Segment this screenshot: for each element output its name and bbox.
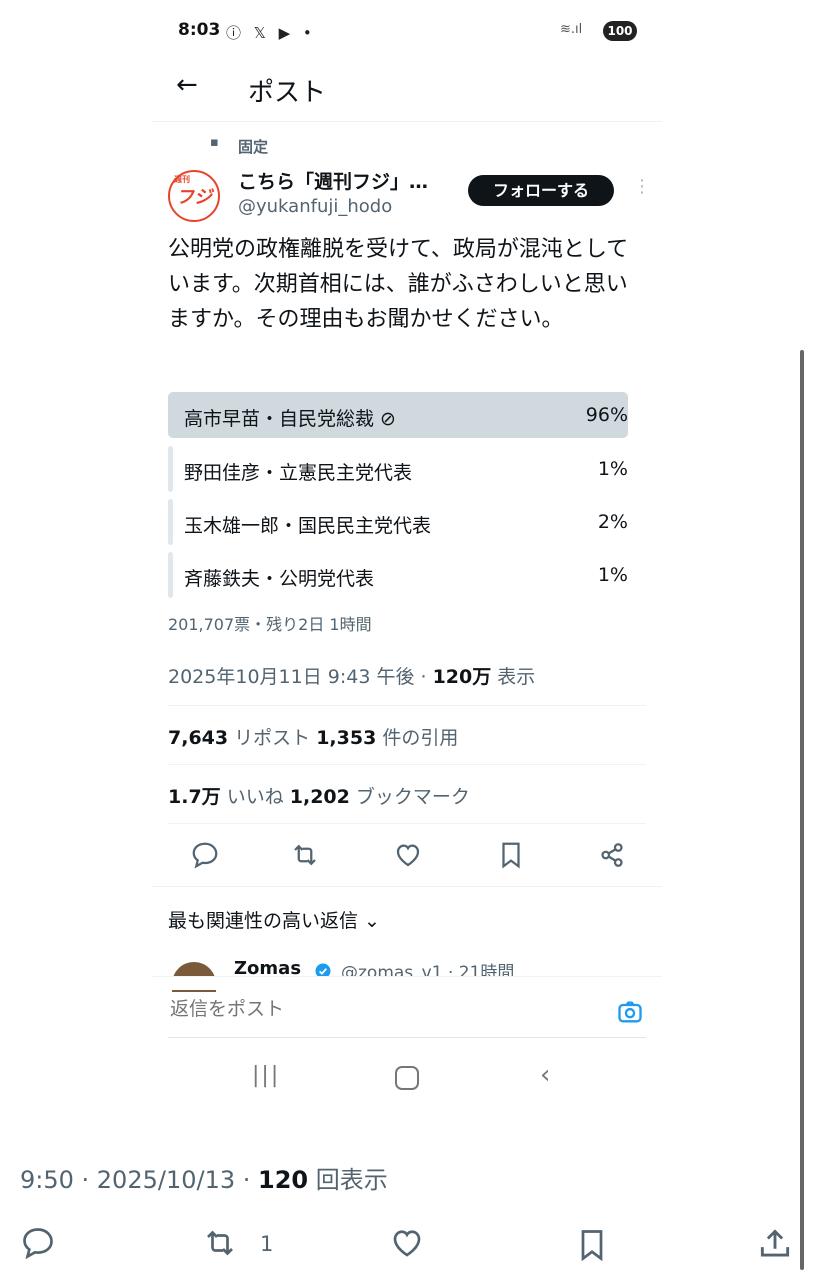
quote-label[interactable]: 件の引用	[376, 727, 458, 749]
back-arrow-icon[interactable]: ←	[176, 70, 198, 100]
outer-like-icon[interactable]	[388, 1225, 426, 1261]
poll-meta: 201,707票・残り2日 1時間	[168, 615, 372, 634]
outer-view-label: 回表示	[308, 1166, 388, 1194]
retweet-icon[interactable]	[290, 840, 320, 870]
poll-option-label: 高市早苗・自民党総裁 ⊘	[184, 408, 396, 430]
divider	[168, 764, 646, 765]
like-icon[interactable]	[393, 840, 423, 870]
reply-icon[interactable]	[190, 840, 220, 870]
engagement-stats-row: 7,643 リポスト 1,353 件の引用	[168, 723, 458, 750]
divider	[168, 1037, 646, 1038]
retweet-count[interactable]: 7,643	[168, 727, 228, 749]
bookmark-icon[interactable]	[496, 840, 526, 870]
poll-option[interactable]: 高市早苗・自民党総裁 ⊘ 96%	[168, 392, 628, 438]
reply-author-name[interactable]: Zomas	[234, 958, 301, 976]
poll-option[interactable]: 斉藤鉄夫・公明党代表 1%	[168, 552, 628, 598]
replies-sort-dropdown[interactable]: 最も関連性の高い返信 ⌄	[168, 906, 380, 933]
tweet-text: 公明党の政権離脱を受けて、政局が混沌としています。次期首相には、誰がふさわしいと…	[168, 237, 629, 332]
like-label[interactable]: いいね	[221, 786, 290, 808]
engagement-stats-row: 1.7万 いいね 1,202 ブックマーク	[168, 782, 470, 809]
reply-meta: @zomas_v1 · 21時間	[341, 963, 515, 976]
outer-post-meta: 9:50 · 2025/10/13 · 120 回表示	[20, 1160, 388, 1195]
avatar-logo-text: フジ	[176, 187, 212, 208]
battery-icon: 100	[603, 21, 637, 41]
divider	[152, 886, 662, 887]
share-icon[interactable]	[597, 840, 627, 870]
outer-view-count: 120	[258, 1166, 309, 1194]
poll-option-percent: 2%	[597, 511, 628, 533]
outer-reply-icon[interactable]	[20, 1225, 56, 1261]
poll-option-percent: 1%	[597, 458, 628, 480]
quote-count[interactable]: 1,353	[316, 727, 376, 749]
view-label: 表示	[491, 666, 536, 688]
outer-timestamp: 9:50 · 2025/10/13 ·	[20, 1166, 258, 1194]
divider	[152, 976, 662, 977]
notification-icons: ⓘ 𝕏 ▶ •	[226, 24, 316, 42]
view-count: 120万	[432, 666, 492, 688]
camera-icon[interactable]	[616, 998, 644, 1026]
signal-icon: ≋.ıl	[560, 22, 583, 37]
reply-clip	[150, 976, 670, 990]
poll-option[interactable]: 野田佳彦・立憲民主党代表 1%	[168, 446, 628, 492]
scrollbar[interactable]	[800, 350, 804, 1270]
display-name[interactable]: こちら「週刊フジ」…	[238, 167, 428, 194]
page-title: ポスト	[248, 78, 327, 108]
poll-option-fill	[168, 499, 173, 545]
outer-retweet-count: 1	[260, 1232, 274, 1256]
bookmark-label[interactable]: ブックマーク	[350, 786, 470, 808]
tweet-timestamp: 2025年10月11日 9:43 午後 · 120万 表示	[168, 662, 535, 689]
outer-share-icon[interactable]	[756, 1225, 794, 1263]
retweet-label[interactable]: リポスト	[228, 727, 316, 749]
poll-option-fill	[168, 446, 173, 492]
status-time: 8:03	[178, 20, 221, 40]
pinned-label: 固定	[238, 138, 269, 156]
outer-bookmark-icon[interactable]	[574, 1225, 610, 1265]
poll-option-label: 玉木雄一郎・国民民主党代表	[184, 515, 432, 537]
like-count[interactable]: 1.7万	[168, 786, 221, 808]
poll-option-label: 斉藤鉄夫・公明党代表	[184, 568, 375, 590]
timestamp-text: 2025年10月11日 9:43 午後 ·	[168, 666, 433, 688]
outer-retweet-icon[interactable]	[200, 1225, 240, 1261]
user-handle[interactable]: @yukanfuji_hodo	[238, 196, 392, 217]
poll-option-label: 野田佳彦・立憲民主党代表	[184, 462, 413, 484]
poll-option[interactable]: 玉木雄一郎・国民民主党代表 2%	[168, 499, 628, 545]
reply-input[interactable]	[168, 998, 572, 1022]
poll-option-fill	[168, 552, 173, 598]
more-options-icon[interactable]: ⋮	[633, 176, 651, 197]
nav-back-icon[interactable]: ‹	[540, 1060, 550, 1090]
follow-button[interactable]: フォローする	[468, 175, 614, 206]
divider	[168, 705, 646, 706]
poll-option-percent: 96%	[585, 404, 628, 426]
header-divider	[152, 121, 662, 122]
home-icon[interactable]	[395, 1066, 419, 1090]
bookmark-count[interactable]: 1,202	[290, 786, 350, 808]
divider	[168, 823, 646, 824]
recent-apps-icon[interactable]: |||	[252, 1063, 280, 1088]
poll-option-percent: 1%	[597, 564, 628, 586]
pin-icon: ▪	[210, 135, 219, 150]
